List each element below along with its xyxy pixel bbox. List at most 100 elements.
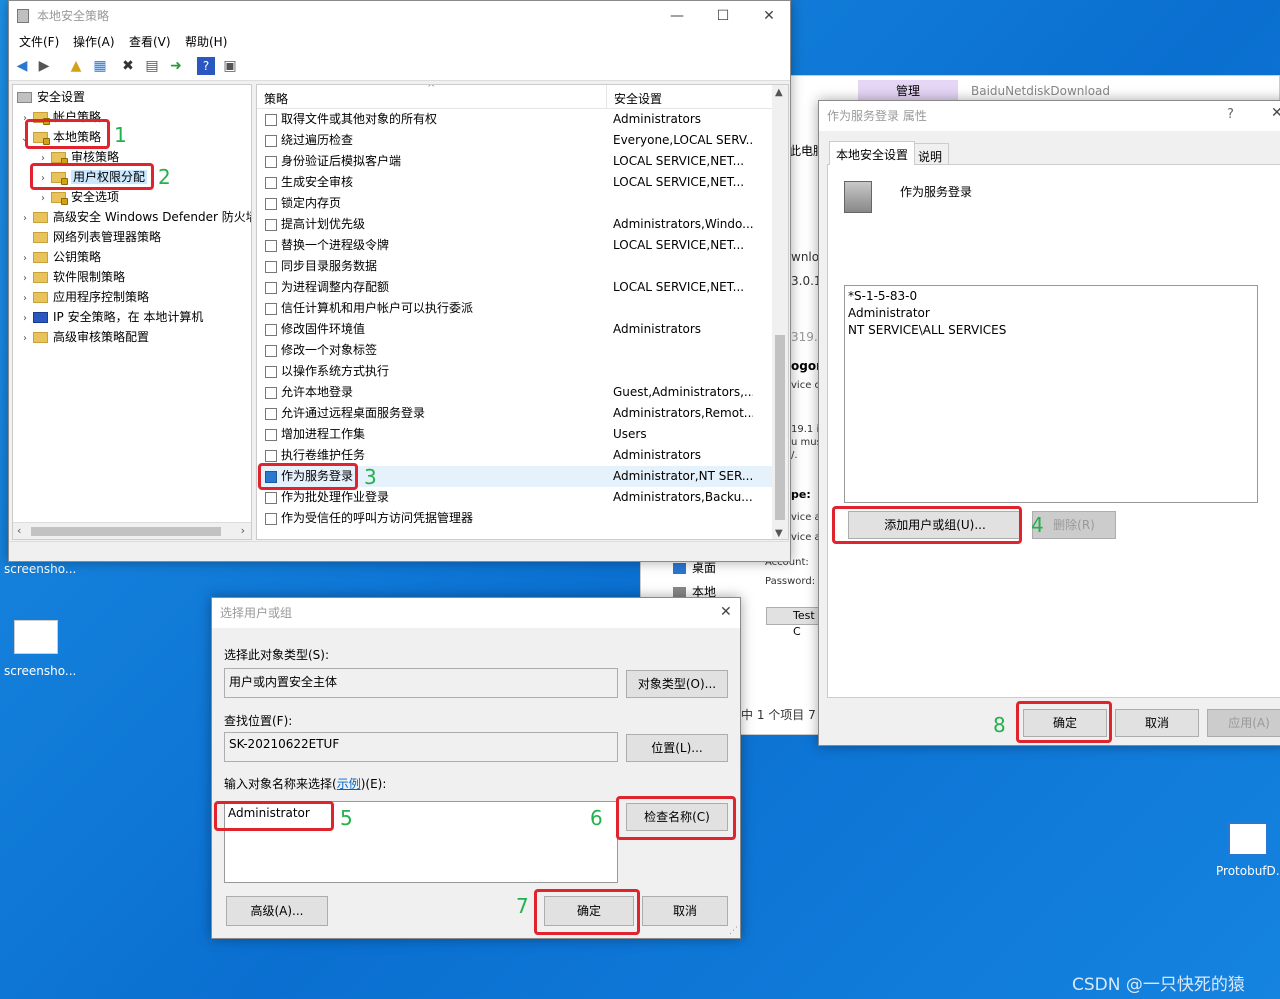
chevron-right-icon[interactable]: ›: [17, 249, 33, 269]
tree-item-security-options[interactable]: › 安全选项: [35, 187, 119, 207]
policy-icon: [265, 512, 277, 525]
help-icon[interactable]: ?: [1227, 107, 1234, 122]
table-row[interactable]: 生成安全审核 LOCAL SERVICE,NET...: [257, 172, 772, 193]
select-titlebar[interactable]: 选择用户或组: [212, 598, 740, 628]
policy-icon: [265, 386, 277, 399]
tree-horizontal-scrollbar[interactable]: ‹ ›: [13, 522, 251, 539]
table-row[interactable]: 作为受信任的呼叫方访问凭据管理器: [257, 508, 772, 529]
menu-help[interactable]: 帮助(H): [185, 31, 227, 53]
column-header-policy[interactable]: 策略: [264, 90, 288, 107]
chevron-right-icon[interactable]: ›: [17, 209, 33, 229]
delete-icon[interactable]: ✖: [119, 57, 137, 75]
chevron-right-icon[interactable]: ›: [17, 329, 33, 349]
table-row[interactable]: 信任计算机和用户帐户可以执行委派: [257, 298, 772, 319]
scroll-right-icon[interactable]: ›: [241, 524, 245, 537]
tab-explain[interactable]: 说明: [911, 143, 950, 165]
folder-icon: [33, 212, 48, 223]
close-icon[interactable]: ✕: [720, 604, 732, 620]
select-cancel-button[interactable]: 取消: [642, 896, 728, 926]
table-row[interactable]: 提高计划优先级 Administrators,Windo...: [257, 214, 772, 235]
props-cancel-button[interactable]: 取消: [1115, 709, 1199, 737]
menu-view[interactable]: 查看(V): [129, 31, 171, 53]
object-type-label: 选择此对象类型(S):: [224, 648, 330, 662]
examples-link[interactable]: 示例: [337, 777, 361, 791]
window-tab-baidu[interactable]: BaiduNetdiskDownload: [971, 80, 1110, 102]
image-file-icon: [14, 620, 58, 654]
tree-item-advanced-audit[interactable]: › 高级审核策略配置: [17, 327, 149, 347]
tree-item-firewall[interactable]: › 高级安全 Windows Defender 防火墙: [17, 207, 251, 229]
scroll-thumb[interactable]: [775, 335, 785, 520]
props-apply-button[interactable]: 应用(A): [1207, 709, 1280, 737]
menu-file[interactable]: 文件(F): [19, 31, 59, 53]
object-types-button[interactable]: 对象类型(O)...: [626, 670, 728, 698]
advanced-button[interactable]: 高级(A)...: [226, 896, 328, 926]
chevron-right-icon[interactable]: ›: [17, 269, 33, 289]
tree-item-ip-security[interactable]: › IP 安全策略，在 本地计算机: [17, 307, 203, 327]
list-item[interactable]: NT SERVICE\ALL SERVICES: [848, 322, 1254, 339]
properties-icon[interactable]: ▤: [143, 57, 161, 75]
minimize-button[interactable]: —: [654, 1, 700, 31]
folder-icon: [33, 232, 48, 243]
locations-button[interactable]: 位置(L)...: [626, 734, 728, 762]
chevron-right-icon[interactable]: ›: [35, 189, 51, 209]
close-button[interactable]: ✕: [746, 1, 792, 31]
export-icon[interactable]: ➜: [167, 57, 185, 75]
props-titlebar[interactable]: 作为服务登录 属性: [819, 101, 1280, 131]
table-row[interactable]: 允许通过远程桌面服务登录 Administrators,Remot...: [257, 403, 772, 424]
chevron-right-icon[interactable]: ›: [17, 309, 33, 329]
object-type-field: 用户或内置安全主体: [224, 668, 618, 698]
ribbon-tab-manage[interactable]: 管理: [858, 80, 958, 102]
tree-item-software-restriction[interactable]: › 软件限制策略: [17, 267, 125, 287]
scroll-up-icon[interactable]: ▲: [775, 87, 783, 98]
frag-test-button[interactable]: Test C: [766, 607, 820, 638]
tree-item-app-control[interactable]: › 应用程序控制策略: [17, 287, 149, 307]
frag-password-label: Password:: [765, 576, 816, 587]
tree-item-public-key[interactable]: › 公钥策略: [17, 247, 101, 267]
list-vertical-scrollbar[interactable]: ▲ ▼: [772, 85, 788, 539]
back-arrow-icon[interactable]: ◀: [13, 57, 31, 75]
menubar: 文件(F) 操作(A) 查看(V) 帮助(H): [9, 31, 790, 53]
table-row[interactable]: 取得文件或其他对象的所有权 Administrators: [257, 109, 772, 130]
table-row[interactable]: 锁定内存页: [257, 193, 772, 214]
annotation-box-object-name: [214, 801, 334, 831]
forward-arrow-icon[interactable]: ▶: [35, 57, 53, 75]
help-icon[interactable]: ?: [197, 57, 215, 75]
chevron-right-icon[interactable]: ›: [17, 289, 33, 309]
tree-item-network-list[interactable]: 网络列表管理器策略: [17, 227, 161, 247]
scroll-down-icon[interactable]: ▼: [775, 528, 783, 539]
resize-grip-icon[interactable]: ⋰: [729, 926, 738, 936]
column-header-setting[interactable]: 安全设置: [614, 90, 662, 107]
table-row[interactable]: 绕过遍历检查 Everyone,LOCAL SERV...: [257, 130, 772, 151]
table-row[interactable]: 身份验证后模拟客户端 LOCAL SERVICE,NET...: [257, 151, 772, 172]
policy-icon: [265, 134, 277, 147]
scroll-left-icon[interactable]: ‹: [17, 524, 21, 537]
desktop-icon-protobuf[interactable]: ProtobufD...: [1214, 818, 1280, 882]
policy-icon: [265, 239, 277, 252]
menu-action[interactable]: 操作(A): [73, 31, 115, 53]
tab-local-security-setting[interactable]: 本地安全设置: [829, 141, 916, 165]
step-number: 3: [364, 465, 377, 489]
up-folder-icon[interactable]: ▲: [67, 57, 85, 75]
table-row[interactable]: 以操作系统方式执行: [257, 361, 772, 382]
table-row[interactable]: 替换一个进程级令牌 LOCAL SERVICE,NET...: [257, 235, 772, 256]
table-row[interactable]: 修改一个对象标签: [257, 340, 772, 361]
maximize-button[interactable]: ☐: [700, 1, 746, 31]
close-icon[interactable]: ✕: [1271, 105, 1280, 121]
table-row[interactable]: 为进程调整内存配额 LOCAL SERVICE,NET...: [257, 277, 772, 298]
table-row[interactable]: 作为批处理作业登录 Administrators,Backu...: [257, 487, 772, 508]
table-row[interactable]: 允许本地登录 Guest,Administrators,...: [257, 382, 772, 403]
tree-pane: 安全设置 › 帐户策略 ⌄ 本地策略 › 审核策略 › 用户权限分配 › 安全选项 › 高级…: [12, 84, 252, 540]
list-item[interactable]: Administrator: [848, 305, 1254, 322]
view-icon[interactable]: ▣: [221, 57, 239, 75]
props-tab-panel: 作为服务登录 *S-1-5-83-0 Administrator NT SERV…: [827, 164, 1280, 698]
members-listbox[interactable]: *S-1-5-83-0 Administrator NT SERVICE\ALL…: [844, 285, 1258, 503]
table-row[interactable]: 同步目录服务数据: [257, 256, 772, 277]
show-tree-icon[interactable]: ▦: [91, 57, 109, 75]
scroll-thumb[interactable]: [31, 527, 221, 536]
tree-root[interactable]: 安全设置: [17, 87, 85, 107]
table-row[interactable]: 增加进程工作集 Users: [257, 424, 772, 445]
table-row[interactable]: 修改固件环境值 Administrators: [257, 319, 772, 340]
desktop-icon-screenshot-2[interactable]: screensho...: [4, 616, 76, 680]
remove-button[interactable]: 删除(R): [1032, 511, 1116, 539]
list-item[interactable]: *S-1-5-83-0: [848, 288, 1254, 305]
